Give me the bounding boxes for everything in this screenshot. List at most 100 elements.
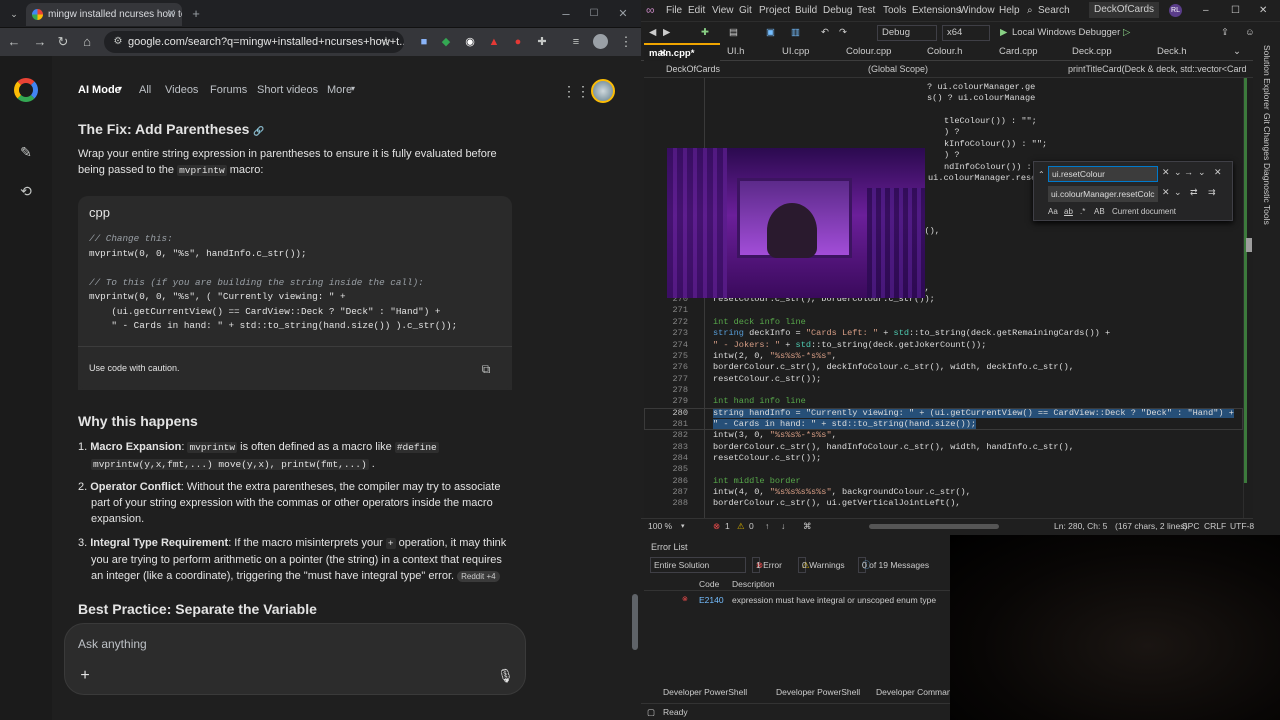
prev-issue-icon[interactable]: ↑ [765, 519, 769, 534]
close-window-icon[interactable]: ✕ [615, 6, 631, 22]
save-all-icon[interactable]: ▥ [791, 22, 800, 44]
tab-dev-powershell-1[interactable]: Developer PowerShell [663, 683, 747, 701]
forward-icon[interactable]: → [32, 34, 48, 50]
find-options-icon[interactable]: ⌄ [1174, 167, 1182, 178]
code-line[interactable]: borderColour.c_str(), handInfoColour.c_s… [713, 442, 1074, 452]
menu-extensions[interactable]: Extensions [912, 0, 961, 21]
clear-replace-icon[interactable]: ✕ [1162, 187, 1170, 198]
home-icon[interactable]: ⌂ [79, 34, 95, 50]
editor-scrollbar[interactable] [1243, 78, 1253, 518]
search-icon[interactable]: ⌕ [1027, 0, 1033, 21]
more-dropdown-icon[interactable]: ▾ [351, 84, 355, 93]
redo-icon[interactable]: ↷ [839, 22, 847, 44]
replace-next-icon[interactable]: ⇄ [1190, 187, 1198, 198]
match-case-icon[interactable]: Aa [1048, 207, 1058, 216]
menu-window[interactable]: Window [959, 0, 995, 21]
microphone-icon[interactable]: 🎙 [497, 668, 514, 684]
error-description[interactable]: expression must have integral or unscope… [732, 595, 936, 605]
tab-all[interactable]: All [139, 84, 151, 96]
bookmark-star-icon[interactable]: ☆ [378, 34, 394, 50]
code-fragment[interactable]: s() ? ui.colourManage [927, 93, 1035, 103]
maximize-icon[interactable]: ☐ [586, 6, 602, 22]
vs-search[interactable]: Search [1038, 0, 1070, 21]
preserve-case-icon[interactable]: AB [1094, 207, 1105, 216]
tab-dev-powershell-2[interactable]: Developer PowerShell [776, 683, 860, 701]
tab-videos[interactable]: Videos [165, 84, 198, 96]
warnings-filter-button[interactable]: ⚠ 0 Warnings [798, 557, 845, 573]
warning-count[interactable]: 0 [749, 519, 754, 534]
new-tab-icon[interactable]: + [188, 6, 204, 22]
whitespace-mode[interactable]: SPC [1182, 519, 1199, 534]
tab-main-cpp[interactable]: main.cpp* ✕ [644, 43, 720, 61]
error-code[interactable]: E2140 [699, 595, 724, 605]
replace-input[interactable]: ui.colourManager.resetColc [1048, 186, 1158, 202]
menu-tools[interactable]: Tools [883, 0, 906, 21]
code-line[interactable]: intw(2, 0, "%s%s%-*s%s", [713, 351, 837, 361]
menu-edit[interactable]: Edit [688, 0, 705, 21]
media-icon[interactable]: ≡ [568, 34, 584, 50]
source-badge[interactable]: Reddit +4 [457, 571, 500, 582]
error-count[interactable]: 1 [725, 519, 730, 534]
code-line[interactable]: intw(3, 0, "%s%s%-*s%s", [713, 430, 837, 440]
next-issue-icon[interactable]: ↓ [781, 519, 785, 534]
extensions-puzzle-icon[interactable]: ✚ [534, 34, 550, 50]
chrome-menu-icon[interactable]: ⋮ [618, 34, 634, 50]
minimize-icon[interactable]: – [558, 6, 574, 22]
horizontal-scrollbar[interactable] [869, 524, 999, 529]
ai-mode-dropdown-icon[interactable]: ▾ [118, 84, 122, 93]
apps-grid-icon[interactable]: ⋮⋮ [562, 83, 590, 99]
code-line[interactable]: string deckInfo = "Cards Left: " + std::… [713, 328, 1110, 338]
minimize-icon[interactable]: – [1203, 0, 1209, 21]
tab-dev-command[interactable]: Developer Command [876, 683, 956, 701]
code-fragment[interactable]: ) ? [944, 127, 959, 137]
scope-dropdown[interactable]: (Global Scope) [868, 61, 1048, 78]
code-editor[interactable]: 2642652662672682692702712722732742752762… [644, 78, 1253, 518]
tab-ui-cpp[interactable]: UI.cpp [782, 43, 809, 61]
zoom-dropdown[interactable]: 100 % [648, 519, 672, 534]
tab-more[interactable]: More [327, 84, 352, 96]
tab-deck-h[interactable]: Deck.h [1157, 43, 1187, 61]
back-icon[interactable]: ← [6, 34, 22, 50]
account-avatar[interactable] [591, 79, 615, 103]
extension-1-icon[interactable]: ■ [416, 34, 432, 50]
code-line[interactable]: " - Jokers: " + std::to_string(deck.getJ… [713, 340, 986, 350]
google-logo-icon[interactable] [14, 78, 38, 102]
tab-colour-cpp[interactable]: Colour.cpp [846, 43, 891, 61]
code-line[interactable]: string handInfo = "Currently viewing: " … [713, 407, 1234, 418]
errors-filter-button[interactable]: ⊗ 1 Error [752, 557, 782, 573]
tab-card-cpp[interactable]: Card.cpp [999, 43, 1038, 61]
close-tab-icon[interactable]: ✕ [167, 3, 176, 26]
code-fragment[interactable]: tleColour()) : ""; [944, 116, 1037, 126]
menu-file[interactable]: File [666, 0, 682, 21]
whole-word-icon[interactable]: ab [1064, 207, 1073, 216]
new-project-icon[interactable]: ✚ [701, 22, 709, 44]
clear-find-icon[interactable]: ✕ [1162, 167, 1170, 178]
project-dropdown[interactable]: DeckOfCards [666, 61, 836, 78]
scrollbar-thumb[interactable] [632, 594, 638, 650]
ask-input-box[interactable]: Ask anything + 🎙 [64, 623, 526, 695]
tab-deck-cpp[interactable]: Deck.cpp [1072, 43, 1112, 61]
tab-colour-h[interactable]: Colour.h [927, 43, 962, 61]
back-icon[interactable]: ◀ [649, 22, 656, 44]
link-icon[interactable]: 🔗 [253, 126, 264, 136]
cursor-position[interactable]: Ln: 280, Ch: 5 [1054, 519, 1107, 534]
run-icon[interactable]: ▶ [1000, 22, 1007, 44]
tab-forums[interactable]: Forums [210, 84, 247, 96]
live-share-icon[interactable]: ⇪ [1221, 22, 1229, 44]
menu-test[interactable]: Test [857, 0, 875, 21]
menu-build[interactable]: Build [795, 0, 817, 21]
find-input[interactable]: ui.resetColour [1048, 166, 1158, 182]
column-description[interactable]: Description [732, 579, 775, 589]
find-scope-dropdown[interactable]: Current document [1112, 207, 1176, 216]
code-line[interactable]: intw(4, 0, "%s%s%s%s%s", backgroundColou… [713, 487, 971, 497]
tab-overflow-icon[interactable]: ⌄ [1233, 43, 1241, 61]
pdf-extension-icon[interactable]: ▲ [486, 34, 502, 50]
cleanup-icon[interactable]: ⌘ [803, 519, 812, 534]
member-dropdown[interactable]: printTitleCard(Deck & deck, std::vector<… [1068, 61, 1248, 78]
save-icon[interactable]: ▣ [766, 22, 775, 44]
tab-short-videos[interactable]: Short videos [257, 84, 318, 96]
toggle-replace-icon[interactable]: ⌃ [1038, 170, 1045, 179]
messages-filter-button[interactable]: ⓘ 0 of 19 Messages [858, 557, 929, 573]
code-fragment[interactable]: ? ui.colourManager.ge [927, 82, 1035, 92]
code-fragment[interactable]: kInfoColour()) : ""; [944, 139, 1047, 149]
